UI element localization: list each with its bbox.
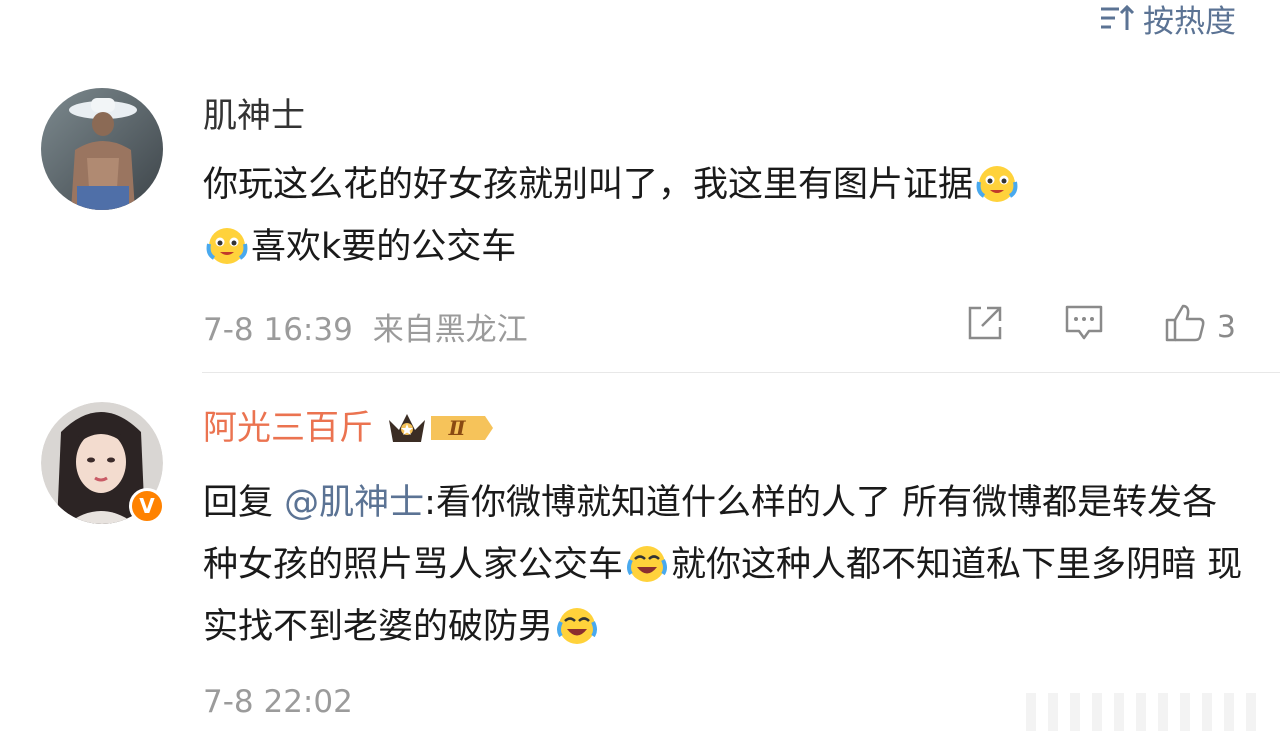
timestamp: 7-8 22:02 [203,684,353,720]
share-icon [965,303,1005,351]
comment-text-part: 你玩这么花的好女孩就别叫了，我这里有图片证据 [203,165,974,205]
comment-divider [202,372,1280,373]
timestamp: 7-8 16:39 [203,312,353,348]
crying-smile-emoji [205,224,249,268]
comment-item: 肌神士 你玩这么花的好女孩就别叫了，我这里有图片证据 喜欢k要的公交车 7-8 … [0,84,1280,374]
vip-level-text: Ⅱ [448,416,467,440]
like-count: 3 [1216,309,1236,345]
sort-icon [1099,3,1135,33]
comment-text-part: 喜欢k要的公交车 [251,227,517,267]
mention-link[interactable]: @肌神士 [284,483,424,523]
sort-label: 按热度 [1143,3,1236,40]
scroll-indicator [1026,693,1266,731]
reply-button[interactable] [1063,303,1105,351]
username-row: 阿光三百斤 Ⅱ [203,408,497,448]
share-button[interactable] [965,303,1005,351]
username[interactable]: 阿光三百斤 [203,408,373,448]
avatar[interactable] [41,88,163,210]
vip-crown-badge[interactable]: Ⅱ [385,408,497,448]
comment-text: 你玩这么花的好女孩就别叫了，我这里有图片证据 喜欢k要的公交车 [203,154,1243,278]
comment-meta: 7-8 22:02 [203,684,353,720]
like-button[interactable]: 3 [1163,302,1236,352]
verified-badge: V [129,488,165,524]
reply-prefix: 回复 [203,483,274,523]
laughing-crying-emoji [555,604,599,648]
comment-text: 回复 @肌神士:看你微博就知道什么样的人了 所有微博都是转发各种女孩的照片骂人家… [203,472,1243,658]
thumbs-up-icon [1163,302,1207,352]
location: 来自黑龙江 [372,312,528,348]
laughing-crying-emoji [625,542,669,586]
sort-by-hot-button[interactable]: 按热度 [1099,0,1236,40]
comment-icon [1063,303,1105,351]
crying-smile-emoji [975,162,1019,206]
avatar[interactable]: V [41,402,165,524]
comment-actions: 3 [965,302,1236,352]
username[interactable]: 肌神士 [203,96,305,136]
comment-meta: 7-8 16:39 来自黑龙江 [203,304,528,349]
